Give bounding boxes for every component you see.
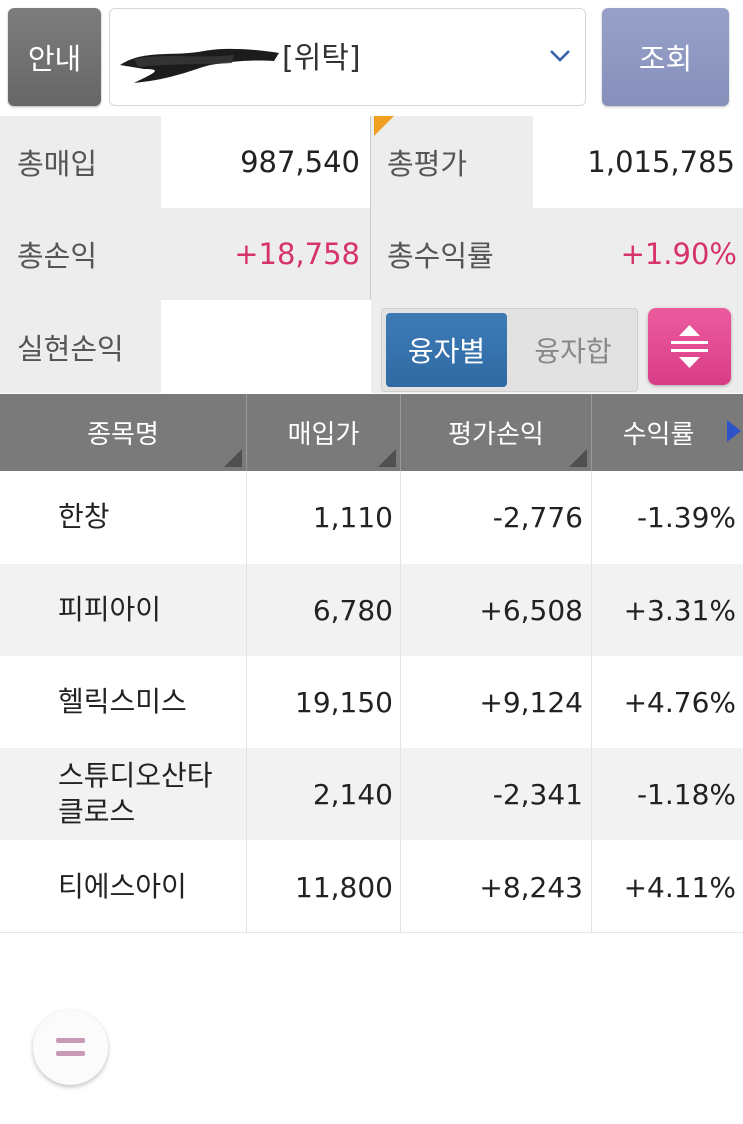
purchase-price: 2,140 [312,777,393,811]
header-return-rate-label: 수익률 [622,420,695,450]
header-eval-pl-label: 평가손익 [448,420,544,450]
total-eval-value: 1,015,785 [533,116,743,208]
table-row[interactable]: 피피아이 6,780 +6,508 +3.31% [0,564,743,656]
header-stock-name[interactable]: 종목명 [0,394,246,471]
top-bar: 안내 [위탁] 조회 [0,0,743,114]
purchase-price: 19,150 [295,685,393,719]
sort-corner-icon [378,449,396,467]
toggle-loan-sum-button[interactable]: 융자합 [511,313,635,387]
stock-name: 스튜디오산타 클로스 [58,759,213,828]
return-rate: +4.11% [623,870,736,904]
stock-name: 한창 [58,500,110,533]
header-return-rate[interactable]: 수익률 [592,394,743,471]
stock-name: 헬릭스미스 [58,685,187,718]
column-separator [591,471,592,933]
account-summary: 총매입 987,540 총평가 1,015,785 총손익 +18,758 총수… [0,116,743,393]
loan-toggle: 융자별 융자합 [381,308,638,392]
sort-corner-icon [569,449,587,467]
eval-pl: -2,341 [492,777,583,811]
floating-menu-button[interactable] [33,1010,108,1085]
header-purchase-price-label: 매입가 [287,420,360,450]
realized-pl-label: 실현손익 [0,300,161,393]
realized-pl-value [161,300,371,393]
total-pl-value: +18,758 [161,208,370,300]
header-eval-pl[interactable]: 평가손익 [401,394,591,471]
toggle-by-loan-button[interactable]: 융자별 [386,313,507,387]
eval-pl: -2,776 [492,500,583,534]
purchase-price: 11,800 [295,870,393,904]
redacted-account-number [120,48,279,83]
table-row[interactable]: 티에스아이 11,800 +8,243 +4.11% [0,841,743,933]
eval-pl: +8,243 [479,870,583,904]
return-rate: -1.18% [636,777,736,811]
corner-marker [374,116,394,136]
stock-name: 피피아이 [58,593,162,626]
total-eval-label: 총평가 [371,116,533,208]
total-pl-label: 총손익 [0,208,161,300]
sort-button[interactable] [648,308,731,385]
sort-corner-icon [224,449,242,467]
stock-name: 티에스아이 [58,870,187,903]
table-bottom-line [0,932,743,933]
column-separator [400,471,401,933]
table-row[interactable]: 한창 1,110 -2,776 -1.39% [0,471,743,563]
return-rate: +4.76% [623,685,736,719]
total-return-label: 총수익률 [371,208,533,300]
header-purchase-price[interactable]: 매입가 [247,394,400,471]
eval-pl: +9,124 [479,685,583,719]
header-stock-name-label: 종목명 [87,420,159,450]
return-rate: -1.39% [636,500,736,534]
summary-divider [370,116,371,300]
holdings-table-header: 종목명 매입가 평가손익 수익률 [0,394,743,471]
total-return-value: +1.90% [533,208,743,300]
table-row[interactable]: 헬릭스미스 19,150 +9,124 +4.76% [0,656,743,748]
eval-pl: +6,508 [479,593,583,627]
account-type-label: [위탁] [282,41,361,76]
total-purchase-value: 987,540 [161,116,370,208]
sort-updown-icon [671,325,708,368]
purchase-price: 6,780 [312,593,393,627]
info-button[interactable]: 안내 [8,8,101,106]
total-purchase-label: 총매입 [0,116,161,208]
purchase-price: 1,110 [312,500,393,534]
chevron-down-icon [550,50,570,62]
account-select[interactable]: [위탁] [109,8,586,106]
return-rate: +3.31% [623,593,736,627]
column-separator [246,471,247,933]
table-row[interactable]: 스튜디오산타 클로스 2,140 -2,341 -1.18% [0,748,743,840]
query-button[interactable]: 조회 [602,8,729,106]
next-column-arrow-icon[interactable] [727,420,741,442]
